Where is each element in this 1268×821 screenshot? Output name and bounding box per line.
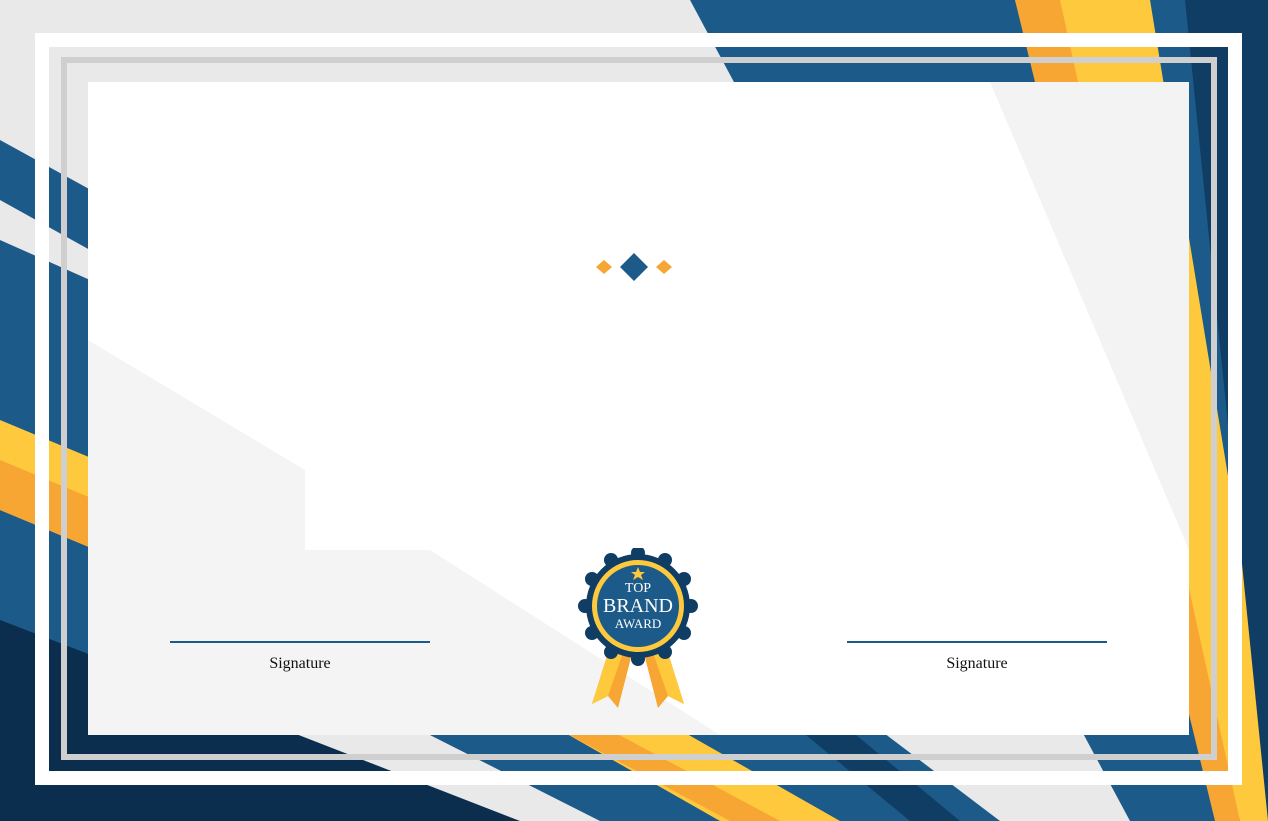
left-signature-label: Signature [269, 655, 331, 672]
badge-line-award: AWARD [615, 616, 662, 631]
badge-line-brand: BRAND [603, 595, 673, 617]
diamond-ornament [596, 253, 672, 281]
right-signature-label: Signature [946, 655, 1008, 672]
left-signature-line [170, 641, 430, 643]
top-brand-award-badge: TOP BRAND AWARD [578, 548, 698, 708]
badge-line-top: TOP [625, 581, 651, 596]
certificate-page: Signature Signature TOP BRAND AWARD [0, 0, 1268, 821]
right-signature-line [847, 641, 1107, 643]
